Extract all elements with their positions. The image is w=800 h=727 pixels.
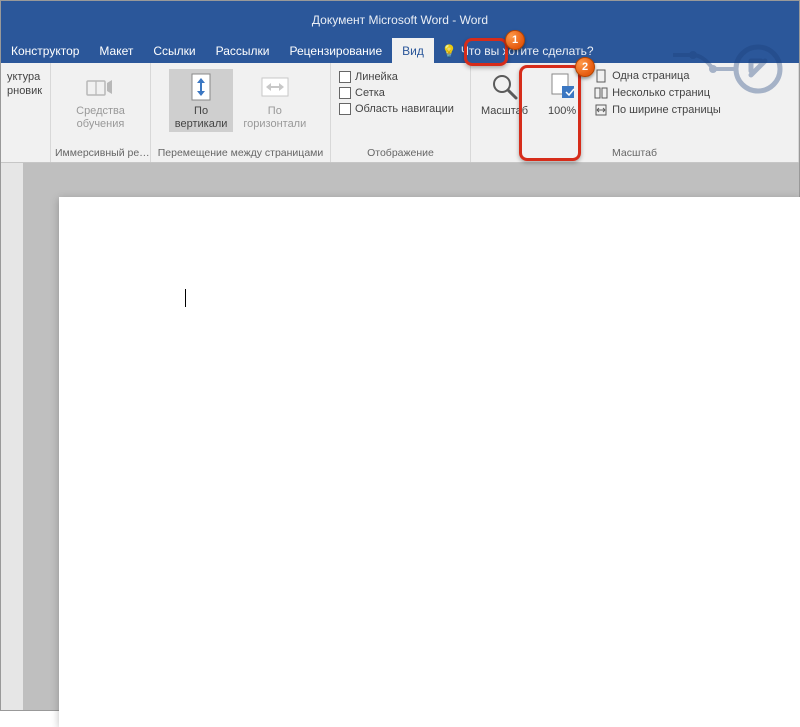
group-show-label: Отображение [331, 145, 470, 162]
group-views-label [1, 157, 50, 162]
one-page-button[interactable]: Одна страница [594, 69, 721, 83]
view-draft[interactable]: рновик [7, 85, 42, 97]
vertical-arrows-icon [185, 71, 217, 103]
group-show: Линейка Сетка Область навигации Отображе… [331, 63, 471, 162]
tell-me-label: Что вы хотите сделать? [461, 44, 594, 58]
step-marker-2: 2 [575, 57, 595, 77]
bulb-icon: 💡 [442, 44, 457, 58]
group-zoom: Масштаб 100% Одна страница [471, 63, 799, 162]
checkbox-ruler-label: Линейка [355, 71, 398, 83]
tab-rassylki[interactable]: Рассылки [206, 38, 280, 63]
horizontal-label: По горизонтали [243, 105, 306, 130]
ribbon-tabs: Конструктор Макет Ссылки Рассылки Реценз… [1, 38, 799, 63]
tab-vid[interactable]: Вид [392, 38, 434, 63]
title-bar: Документ Microsoft Word - Word [1, 1, 799, 38]
group-immersive-label: Иммерсивный ре… [51, 145, 150, 162]
multi-page-icon [594, 86, 608, 100]
checkbox-navpane-label: Область навигации [355, 103, 454, 115]
page-width-button[interactable]: По ширине страницы [594, 103, 721, 117]
checkbox-icon [339, 103, 351, 115]
one-page-icon [594, 69, 608, 83]
group-page-movement-label: Перемещение между страницами [151, 145, 330, 162]
window-title: Документ Microsoft Word - Word [312, 13, 488, 27]
book-speaker-icon [84, 71, 116, 103]
document-workspace [1, 163, 799, 710]
one-page-label: Одна страница [612, 70, 689, 82]
horizontal-arrows-icon [259, 71, 291, 103]
group-zoom-label: Масштаб [471, 145, 798, 162]
checkbox-grid-label: Сетка [355, 87, 385, 99]
zoom-button[interactable]: Масштаб [475, 69, 534, 120]
page-width-icon [594, 103, 608, 117]
horizontal-button[interactable]: По горизонтали [237, 69, 312, 132]
checkbox-navpane[interactable]: Область навигации [339, 103, 454, 115]
multi-page-button[interactable]: Несколько страниц [594, 86, 721, 100]
zoom-label: Масштаб [481, 105, 528, 118]
magnifier-icon [489, 71, 521, 103]
page-width-label: По ширине страницы [612, 104, 721, 116]
checkbox-ruler[interactable]: Линейка [339, 71, 454, 83]
view-structure[interactable]: уктура [7, 71, 42, 83]
tab-maket[interactable]: Макет [89, 38, 143, 63]
step-marker-1: 1 [505, 30, 525, 50]
tab-konstruktor[interactable]: Конструктор [1, 38, 89, 63]
tab-ssylki[interactable]: Ссылки [143, 38, 205, 63]
group-page-movement: По вертикали По горизонтали Перемещение … [151, 63, 331, 162]
checkbox-grid[interactable]: Сетка [339, 87, 454, 99]
checkbox-icon [339, 87, 351, 99]
multi-page-label: Несколько страниц [612, 87, 710, 99]
page-100-icon [546, 71, 578, 103]
checkbox-icon [339, 71, 351, 83]
ribbon: уктура рновик Средства обучения Иммерсив… [1, 63, 799, 163]
group-immersive: Средства обучения Иммерсивный ре… [51, 63, 151, 162]
learning-tools-button[interactable]: Средства обучения [70, 69, 131, 132]
vertical-label: По вертикали [175, 105, 228, 130]
vertical-button[interactable]: По вертикали [169, 69, 234, 132]
document-page[interactable] [59, 197, 800, 727]
text-cursor [185, 289, 186, 307]
learning-tools-label: Средства обучения [76, 105, 125, 130]
group-views: уктура рновик [1, 63, 51, 162]
zoom-100-button[interactable]: 100% [538, 69, 586, 120]
vertical-ruler[interactable] [1, 163, 23, 710]
zoom-100-label: 100% [548, 105, 576, 118]
tab-retsenz[interactable]: Рецензирование [280, 38, 393, 63]
